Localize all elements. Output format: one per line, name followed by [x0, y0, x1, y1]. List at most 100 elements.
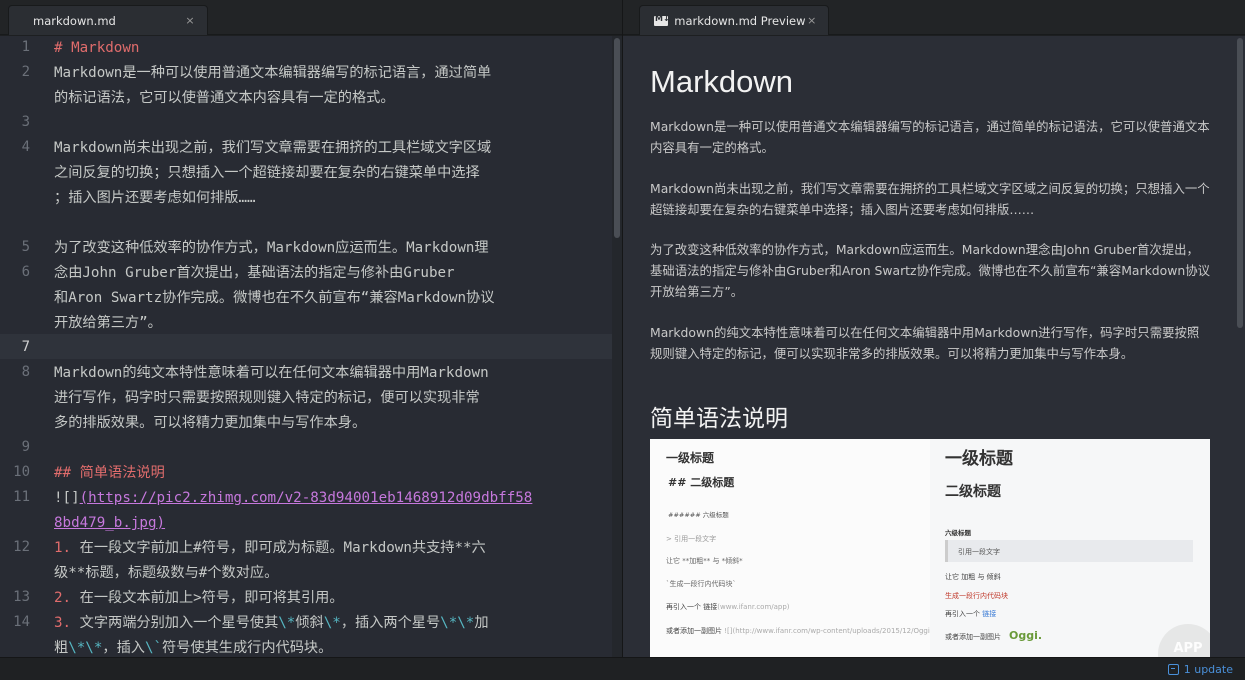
list-text: 倾斜	[295, 615, 324, 631]
list-number: 3.	[54, 615, 72, 631]
status-bar: 1 update	[0, 657, 1245, 680]
preview-paragraph: Markdown尚未出现之前，我们写文章需要在拥挤的工具栏域文字区域之间反复的切…	[650, 181, 1210, 217]
tab-markdown-md[interactable]: markdown.md ×	[8, 5, 208, 35]
image-url[interactable]: (https://pic2.zhimg.com/v2-83d94001eb146…	[80, 490, 533, 506]
close-icon[interactable]: ×	[183, 14, 197, 27]
line-number: 3	[21, 114, 30, 130]
img-text: 让它 **加粗** 与 *倾斜*	[666, 557, 743, 565]
escape-seq: \*	[323, 615, 341, 631]
image-url-wrap[interactable]: 8bd479_b.jpg)	[54, 511, 165, 536]
preview-scrollbar-thumb[interactable]	[1237, 38, 1243, 328]
image-markdown-source: 一级标题 ## 二级标题 ###### 六级标题 > 引用一段文字 让它 **加…	[650, 439, 962, 657]
preview-paragraph: Markdown的纯文本特性意味着可以在任何文本编辑器中用Markdown进行写…	[650, 325, 1200, 361]
escape-seq: \*\*	[440, 615, 475, 631]
editor-tabbar: markdown.md ×	[0, 0, 622, 35]
img-text: ![](http://www.ifanr.com/wp-content/uplo…	[724, 627, 963, 635]
code-line: Markdown的纯文本特性意味着可以在任何文本编辑器中用Markdown	[54, 365, 489, 381]
escape-seq: \*\*	[68, 640, 103, 656]
preview-tabbar: markdown.md Preview ×	[623, 0, 1245, 35]
editor-pane[interactable]: 1 2 3 4 5 6 7 8 9 10 11 12 13 14 # Markd…	[0, 36, 622, 657]
code-line: 开放给第三方”。	[54, 315, 162, 331]
list-text: 符号使其生成行内代码块。	[162, 640, 333, 656]
list-text: ，插入两个星号	[340, 615, 441, 631]
code-line: 为了改变这种低效率的协作方式，Markdown应运而生。Markdown理	[54, 240, 489, 256]
img-text: 一级标题	[945, 449, 1013, 469]
escape-seq: \*	[278, 615, 296, 631]
img-text: 或者添加一副图片 ![](http://www.ifanr.com/wp-con…	[666, 626, 962, 636]
oggi-logo: Oggi.	[1009, 629, 1043, 642]
img-text: 六级标题	[945, 529, 971, 537]
tab-title: markdown.md Preview	[674, 13, 806, 28]
code-line-list-3: 3. 文字两端分别加入一个星号使其\*倾斜\*，插入两个星号\*\*加	[54, 611, 489, 636]
line-number-current: 7	[21, 339, 30, 355]
list-text: 加	[474, 615, 489, 631]
package-icon	[1167, 664, 1179, 675]
list-text: 在一段文字前加上#符号，即可成为标题。Markdown共支持**六	[71, 540, 486, 556]
img-text: ###### 六级标题	[668, 511, 729, 519]
update-button[interactable]: 1 update	[1167, 663, 1233, 676]
tab-markdown-preview[interactable]: markdown.md Preview ×	[639, 5, 829, 35]
preview-paragraph: 为了改变这种低效率的协作方式，Markdown应运而生。Markdown理念由J…	[650, 242, 1210, 299]
img-text: 或者添加一副图片	[945, 633, 1001, 641]
preview-image: 一级标题 ## 二级标题 ###### 六级标题 > 引用一段文字 让它 **加…	[650, 439, 1210, 657]
img-text: 再引入一个 链接(www.ifanr.com/app)	[666, 602, 790, 612]
code-line-list-2: 2. 在一段文本前加上>符号，即可将其引用。	[54, 586, 344, 611]
preview-pane[interactable]: Markdown Markdown是一种可以使用普通文本编辑器编写的标记语言，通…	[623, 36, 1245, 657]
editor-scrollbar[interactable]	[612, 36, 622, 657]
line-number: 2	[21, 64, 30, 80]
code-line-list-3-cont: 粗\*\*，插入\`符号使其生成行内代码块。	[54, 636, 332, 657]
code-line: 的标记语法，它可以使普通文本内容具有一定的格式。	[54, 90, 395, 106]
img-text: ## 二级标题	[668, 476, 735, 489]
img-text: 链接	[982, 610, 997, 618]
code-line: Markdown尚未出现之前，我们写文章需要在拥挤的工具栏域文字区域	[54, 140, 492, 156]
img-text: 或者添加一副图片	[666, 627, 722, 635]
img-text: `生成一段行内代码块`	[666, 580, 736, 588]
img-text: > 引用一段文字	[666, 535, 717, 543]
image-rendered-output: 一级标题 二级标题 六级标题 引用一段文字 让它 加粗 与 倾斜 生成一段行内代…	[930, 439, 1210, 657]
list-number: 1.	[54, 540, 72, 556]
img-text: 再引入一个 链接	[945, 609, 996, 619]
line-number: 14	[13, 614, 30, 630]
line-number: 1	[21, 39, 30, 55]
preview-scrollbar[interactable]	[1235, 36, 1245, 657]
code-line-image: ![](https://pic2.zhimg.com/v2-83d94001eb…	[54, 486, 532, 511]
preview-heading-1: Markdown	[650, 64, 793, 99]
markdown-icon	[654, 14, 670, 26]
img-text: 再引入一个	[945, 610, 980, 618]
line-number: 13	[13, 589, 30, 605]
code-line: # Markdown	[54, 40, 140, 56]
image-marker: ![]	[54, 490, 80, 506]
code-line: ；插入图片还要考虑如何排版……	[54, 190, 256, 206]
list-text: ，插入	[102, 640, 145, 656]
code-line: 之间反复的切换；只想插入一个超链接却要在复杂的右键菜单中选择	[54, 165, 480, 181]
img-text: 生成一段行内代码块	[945, 592, 1008, 600]
code-line: 级**标题，标题级数与#个数对应。	[54, 565, 279, 581]
close-icon[interactable]: ×	[806, 14, 818, 27]
code-line: ## 简单语法说明	[54, 465, 165, 481]
app-watermark: APP	[1158, 624, 1210, 657]
code-line: 多的排版效果。可以将精力更加集中与写作本身。	[54, 415, 367, 431]
img-text: 二级标题	[945, 484, 1001, 500]
img-text: (www.ifanr.com/app)	[717, 603, 790, 611]
img-text: 再引入一个 链接	[666, 603, 718, 611]
line-number: 9	[21, 439, 30, 455]
img-text: 一级标题	[666, 451, 715, 465]
line-number: 12	[13, 539, 30, 555]
list-text: 在一段文本前加上>符号，即可将其引用。	[71, 590, 344, 606]
code-area[interactable]: # Markdown Markdown是一种可以使用普通文本编辑器编写的标记语言…	[54, 36, 584, 657]
img-text: 让它 加粗 与 倾斜	[945, 573, 1001, 581]
line-number-gutter: 1 2 3 4 5 6 7 8 9 10 11 12 13 14	[0, 36, 44, 657]
code-line-list-1: 1. 在一段文字前加上#符号，即可成为标题。Markdown共支持**六	[54, 536, 486, 561]
line-number: 6	[21, 264, 30, 280]
tab-title: markdown.md	[33, 13, 116, 28]
preview-paragraph: Markdown是一种可以使用普通文本编辑器编写的标记语言，通过简单的标记语法，…	[650, 119, 1210, 155]
code-line: 进行写作，码字时只需要按照规则键入特定的标记，便可以实现非常	[54, 390, 480, 406]
code-line: Markdown是一种可以使用普通文本编辑器编写的标记语言，通过简单	[54, 65, 492, 81]
editor-scrollbar-thumb[interactable]	[614, 38, 620, 238]
img-text: 引用一段文字	[958, 548, 1000, 556]
code-line: 念由John Gruber首次提出，基础语法的指定与修补由Gruber	[54, 265, 455, 281]
line-number: 4	[21, 139, 30, 155]
code-line: 和Aron Swartz协作完成。微博也在不久前宣布“兼容Markdown协议	[54, 290, 495, 306]
line-number: 8	[21, 364, 30, 380]
list-text: 粗	[54, 640, 69, 656]
